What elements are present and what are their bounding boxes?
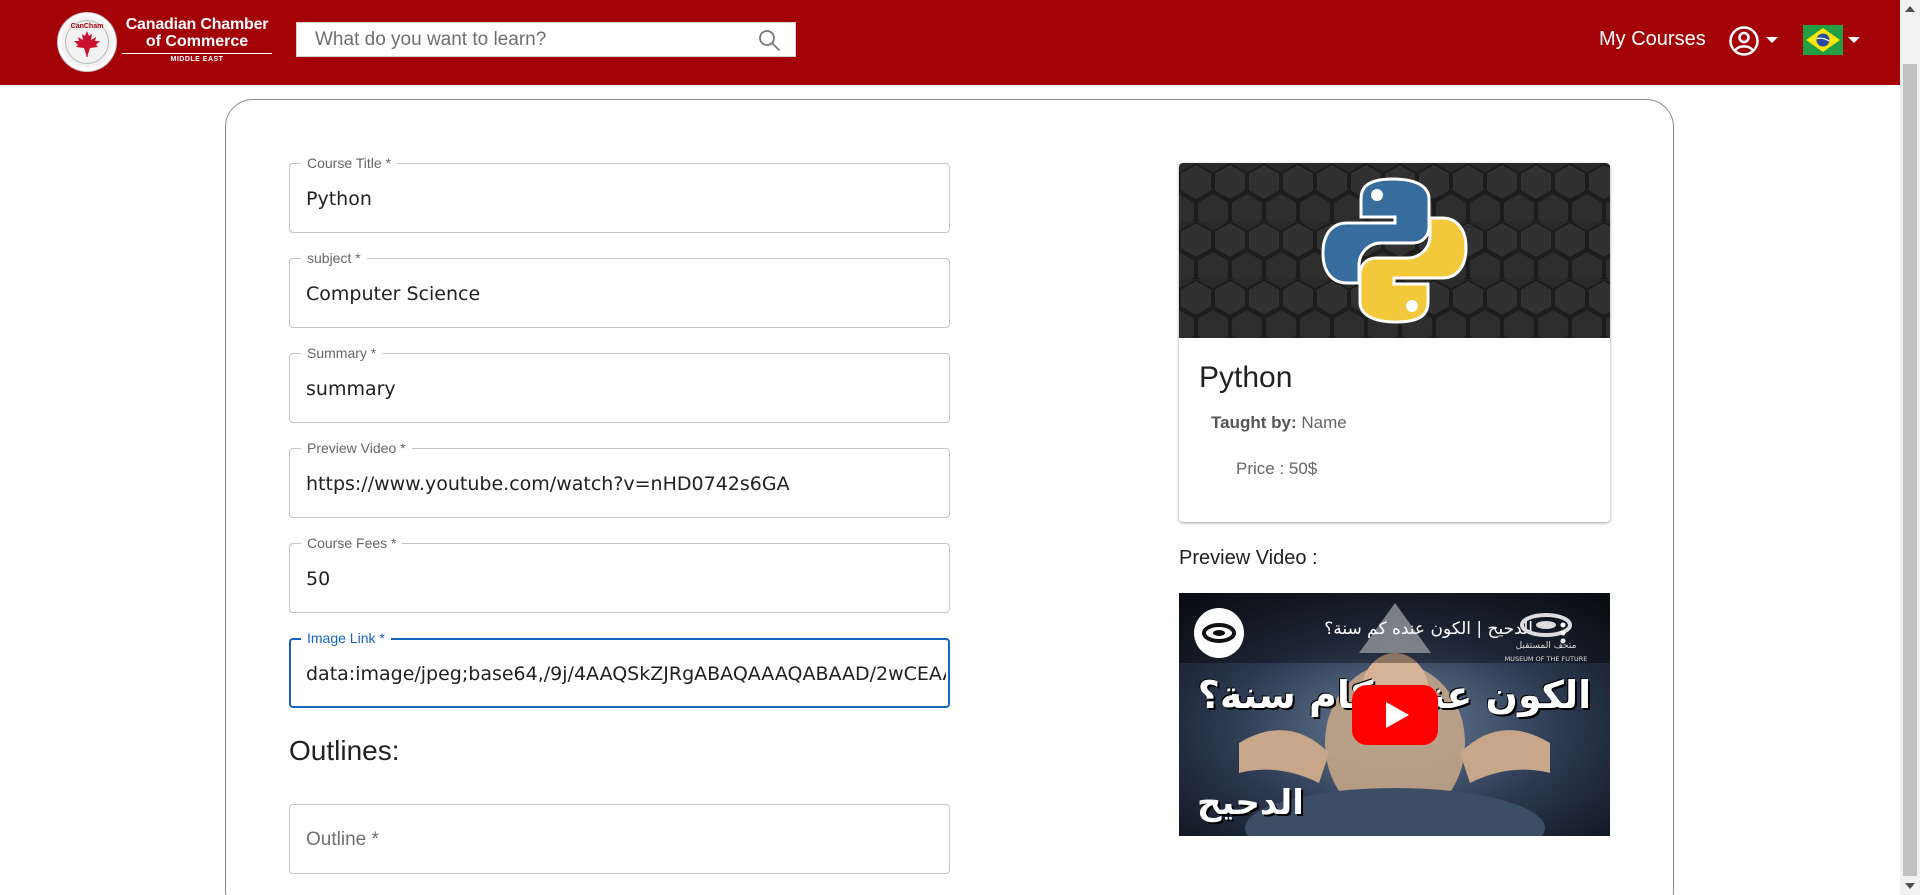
- cancham-logo[interactable]: CanCham Canadian Chamber of Commerce MID…: [58, 11, 272, 71]
- instructor-name: Name: [1301, 413, 1347, 432]
- more-options-icon[interactable]: [1559, 621, 1567, 645]
- course-title-field[interactable]: Course Title * Python: [289, 155, 950, 233]
- youtube-video-embed[interactable]: الدحيح | الكون عنده كم سنة؟ متحف المستقب…: [1179, 593, 1610, 836]
- user-circle-icon: [1729, 26, 1759, 56]
- preview-video-input[interactable]: https://www.youtube.com/watch?v=nHD0742s…: [306, 472, 947, 496]
- svg-text:متحف المستقبل: متحف المستقبل: [1516, 641, 1577, 651]
- summary-field[interactable]: Summary * summary: [289, 345, 950, 423]
- image-link-field[interactable]: Image Link * data:image/jpeg;base64,/9j/…: [289, 630, 950, 708]
- outlines-heading: Outlines:: [289, 735, 400, 766]
- taught-by: Taught by: Name: [1211, 413, 1347, 433]
- preview-video-label: Preview Video *: [301, 440, 412, 456]
- cancham-seal-icon: CanCham: [58, 13, 116, 71]
- course-preview-card: Python Taught by: Name Price : 50$: [1179, 163, 1610, 522]
- course-fees-label: Course Fees *: [301, 535, 403, 551]
- course-title-input[interactable]: Python: [306, 187, 947, 211]
- scrollbar-thumb[interactable]: [1903, 64, 1917, 876]
- summary-input[interactable]: summary: [306, 377, 947, 401]
- top-navbar: CanCham Canadian Chamber of Commerce MID…: [0, 0, 1900, 85]
- search-icon[interactable]: [757, 28, 781, 52]
- course-card-title: Python: [1199, 361, 1293, 394]
- maple-leaf-icon: [74, 31, 100, 57]
- museum-logo-icon: متحف المستقبل MUSEUM OF THE FUTURE: [1505, 613, 1588, 663]
- chevron-down-icon: [1848, 37, 1860, 43]
- subject-field[interactable]: subject * Computer Science: [289, 250, 950, 328]
- course-fees-input[interactable]: 50: [306, 567, 947, 591]
- summary-label: Summary *: [301, 345, 383, 361]
- image-link-label: Image Link *: [301, 630, 391, 646]
- account-menu-button[interactable]: [1728, 23, 1780, 59]
- svg-text:MUSEUM OF THE FUTURE: MUSEUM OF THE FUTURE: [1505, 655, 1588, 663]
- course-title-label: Course Title *: [301, 155, 398, 171]
- course-fees-field[interactable]: Course Fees * 50: [289, 535, 950, 613]
- image-link-input[interactable]: data:image/jpeg;base64,/9j/4AAQSkZJRgABA…: [306, 662, 946, 686]
- chevron-down-icon: [1766, 37, 1778, 43]
- preview-video-heading: Preview Video :: [1179, 547, 1318, 569]
- preview-video-field[interactable]: Preview Video * https://www.youtube.com/…: [289, 440, 950, 518]
- youtube-play-icon[interactable]: [1352, 685, 1438, 745]
- video-brand-text: الدحيح: [1197, 783, 1304, 823]
- search-box: [296, 22, 796, 57]
- subject-input[interactable]: Computer Science: [306, 282, 947, 306]
- course-image: [1179, 163, 1610, 338]
- my-courses-link[interactable]: My Courses: [1599, 27, 1706, 51]
- taught-by-label: Taught by:: [1211, 413, 1297, 432]
- scroll-down-arrow-icon[interactable]: [1905, 883, 1915, 889]
- channel-avatar-icon[interactable]: [1194, 608, 1244, 658]
- cancham-wordmark: Canadian Chamber of Commerce MIDDLE EAST: [122, 16, 272, 64]
- python-logo-icon: [1321, 177, 1468, 324]
- brazil-flag-icon: [1803, 25, 1843, 55]
- search-input[interactable]: [297, 23, 747, 56]
- video-title[interactable]: الدحيح | الكون عنده كم سنة؟: [1253, 618, 1533, 640]
- subject-label: subject *: [301, 250, 367, 266]
- outline-field[interactable]: Outline *: [289, 804, 950, 874]
- course-price: Price : 50$: [1236, 459, 1318, 478]
- scroll-up-arrow-icon[interactable]: [1905, 6, 1915, 12]
- language-menu-button[interactable]: [1803, 25, 1863, 57]
- page-scrollbar[interactable]: [1900, 0, 1920, 895]
- outline-input[interactable]: Outline *: [306, 828, 379, 852]
